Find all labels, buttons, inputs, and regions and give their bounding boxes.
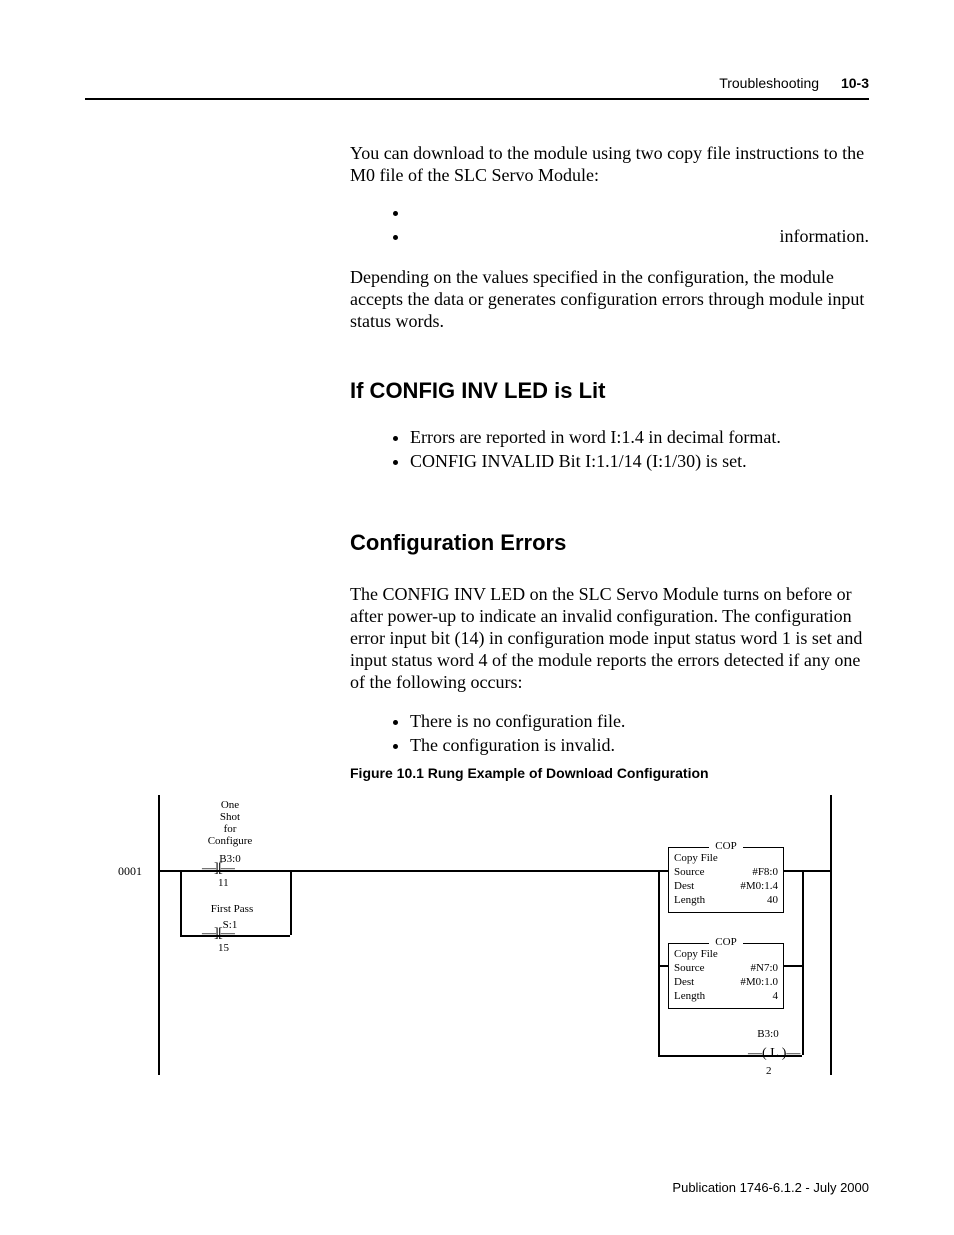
wire: [658, 870, 668, 872]
bullet-item: There is no configuration file.: [410, 709, 869, 733]
cop-source-value: #F8:0: [752, 865, 778, 879]
wire: [158, 870, 658, 872]
latch-tag: B3:0: [748, 1028, 788, 1040]
bullet-list-3: There is no configuration file. The conf…: [392, 709, 869, 757]
cop-source-label: Source: [674, 865, 705, 879]
heading-configuration-errors: Configuration Errors: [350, 530, 566, 556]
cop-instruction-1: COP Copy File Source#F8:0 Dest#M0:1.4 Le…: [668, 847, 784, 913]
cop-length-label: Length: [674, 893, 705, 907]
intro-paragraph-1: You can download to the module using two…: [350, 142, 869, 186]
wire: [784, 870, 802, 872]
right-power-rail: [830, 795, 832, 1075]
heading-config-inv-led: If CONFIG INV LED is Lit: [350, 378, 605, 404]
figure-caption: Figure 10.1 Rung Example of Download Con…: [350, 765, 709, 781]
bullet-item: information.: [410, 224, 869, 248]
wire: [180, 870, 182, 935]
page: Troubleshooting 10-3 You can download to…: [0, 0, 954, 1235]
rung-number: 0001: [118, 864, 142, 879]
cop-title: COP: [709, 936, 742, 948]
intro-paragraph-2: Depending on the values specified in the…: [350, 266, 869, 332]
bullet-item: [410, 200, 869, 224]
cop-length-label: Length: [674, 989, 705, 1003]
bullet-item: Errors are reported in word I:1.4 in dec…: [410, 425, 869, 449]
running-header: Troubleshooting 10-3: [719, 75, 869, 91]
cop-instruction-2: COP Copy File Source#N7:0 Dest#M0:1.0 Le…: [668, 943, 784, 1009]
cop-source-label: Source: [674, 961, 705, 975]
ladder-diagram: 0001 One Shot for Configure B3:0 —] [— 1…: [120, 795, 834, 1080]
header-section: Troubleshooting: [719, 75, 819, 91]
xic-bit-2: 15: [218, 942, 229, 954]
bullet-item: The configuration is invalid.: [410, 733, 869, 757]
bullet-list-1: information.: [392, 200, 869, 248]
bullet-list-2: Errors are reported in word I:1.4 in dec…: [392, 425, 869, 473]
xic-comment-2: First Pass: [197, 903, 267, 915]
left-power-rail: [158, 795, 160, 1075]
intro-paragraph-3: The CONFIG INV LED on the SLC Servo Modu…: [350, 583, 869, 693]
cop-title: COP: [709, 840, 742, 852]
wire: [180, 935, 290, 937]
latch-icon: —( L )—: [748, 1046, 800, 1062]
publication-footer: Publication 1746-6.1.2 - July 2000: [672, 1180, 869, 1195]
wire: [658, 965, 668, 967]
cop-type: Copy File: [674, 851, 718, 865]
cop-type: Copy File: [674, 947, 718, 961]
wire: [802, 870, 830, 872]
cop-dest-value: #M0:1.4: [740, 879, 778, 893]
xic-icon: —] [—: [202, 863, 233, 875]
wire: [658, 870, 660, 1055]
xic-bit-1: 11: [218, 877, 229, 889]
header-page: 10-3: [841, 75, 869, 91]
cop-length-value: 4: [773, 989, 779, 1003]
xic-icon: —] [—: [202, 928, 233, 940]
cop-length-value: 40: [767, 893, 778, 907]
latch-bit: 2: [766, 1065, 772, 1077]
xic-comment-1: One Shot for Configure: [195, 799, 265, 847]
cop-dest-label: Dest: [674, 975, 694, 989]
cop-source-value: #N7:0: [751, 961, 779, 975]
header-rule: [85, 98, 869, 100]
wire: [290, 870, 292, 935]
cop-dest-value: #M0:1.0: [740, 975, 778, 989]
wire: [802, 870, 804, 1055]
cop-dest-label: Dest: [674, 879, 694, 893]
wire: [784, 965, 802, 967]
bullet-item: CONFIG INVALID Bit I:1.1/14 (I:1/30) is …: [410, 449, 869, 473]
